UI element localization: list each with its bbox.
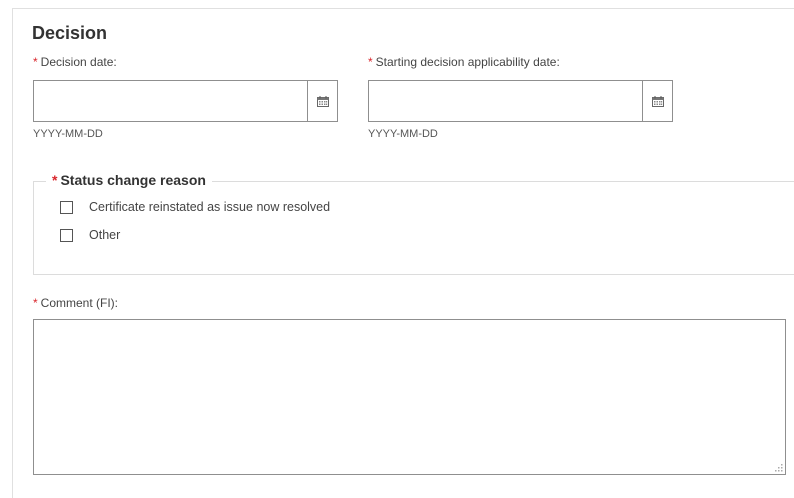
decision-date-label: * Decision date: [33,55,117,69]
decision-date-hint: YYYY-MM-DD [33,128,103,140]
applicability-date-field [368,80,673,122]
comment-label-text: Comment (FI): [40,296,119,310]
comment-label: * Comment (FI): [33,296,118,310]
applicability-date-label-text: Starting decision applicability date: [375,55,560,69]
applicability-date-hint: YYYY-MM-DD [368,128,438,140]
resize-grip-icon[interactable] [773,462,783,472]
comment-field [33,319,786,475]
reason-other-checkbox[interactable] [60,228,73,242]
reason-reinstated-checkbox[interactable] [60,200,73,214]
decision-date-field [33,80,338,122]
reason-reinstated-label: Certificate reinstated as issue now reso… [89,200,331,214]
calendar-icon [651,95,664,107]
decision-date-calendar-button[interactable] [307,81,337,121]
decision-date-input[interactable] [34,81,301,121]
comment-textarea[interactable] [34,320,785,474]
status-change-reason-legend-text: Status change reason [60,172,206,188]
required-mark: * [368,55,373,69]
applicability-date-input[interactable] [369,81,636,121]
required-mark: * [33,296,38,310]
required-mark: * [52,172,58,188]
applicability-date-calendar-button[interactable] [642,81,672,121]
reason-option-reinstated[interactable]: Certificate reinstated as issue now reso… [60,200,330,214]
applicability-date-label: * Starting decision applicability date: [368,55,560,69]
reason-option-other[interactable]: Other [60,228,120,242]
decision-date-label-text: Decision date: [40,55,117,69]
reason-other-label: Other [89,228,121,242]
required-mark: * [33,55,38,69]
status-change-reason-fieldset [33,181,794,275]
calendar-icon [316,95,329,107]
status-change-reason-legend: * Status change reason [46,172,212,188]
section-title: Decision [32,23,108,43]
